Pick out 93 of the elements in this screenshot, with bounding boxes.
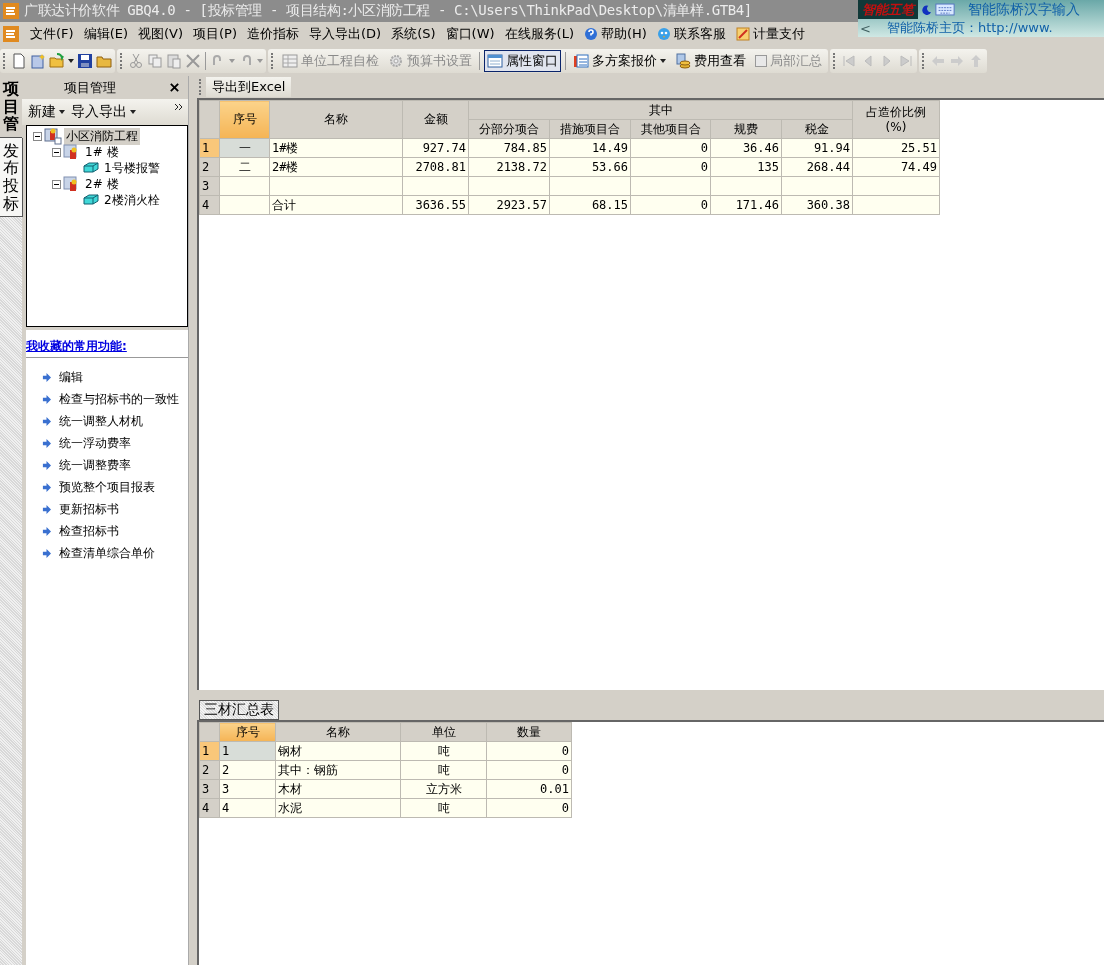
checkbox-icon <box>755 55 767 67</box>
sheet-tab[interactable]: 三材汇总表 <box>199 700 279 720</box>
tree-item[interactable]: 2楼消火栓 <box>102 191 162 209</box>
arrow-icon <box>42 438 51 448</box>
ime-homepage-link[interactable]: 智能陈桥主页：http://www. <box>886 19 1053 37</box>
menu-item[interactable]: 计量支付 <box>735 25 805 43</box>
tree-item[interactable]: 1号楼报警 <box>102 159 162 177</box>
column-header[interactable]: 数量 <box>486 722 572 742</box>
toolbar-button[interactable]: 费用查看 <box>672 50 749 72</box>
bird-icon <box>656 27 671 41</box>
dropdown-caret-icon <box>59 110 65 114</box>
menu-item[interactable]: 文件(F) <box>30 25 74 43</box>
arrow-icon <box>42 460 51 470</box>
spreadsheet-icon <box>573 53 589 69</box>
collapse-toggle[interactable] <box>52 147 61 157</box>
new-document-icon[interactable] <box>11 53 27 69</box>
arrow-icon <box>42 394 51 404</box>
favorite-link[interactable]: 统一浮动费率 <box>59 434 131 452</box>
column-header[interactable]: 占造价比例 (%) <box>852 100 940 139</box>
arrow-icon <box>42 526 51 536</box>
column-header[interactable]: 金额 <box>402 100 469 139</box>
panel-title: 项目管理 <box>64 78 116 97</box>
column-header[interactable]: 名称 <box>269 100 403 139</box>
column-header[interactable]: 序号 <box>219 100 270 139</box>
help-icon <box>583 27 598 41</box>
dropdown-button[interactable]: 导入导出 <box>71 103 136 121</box>
favorite-link[interactable]: 更新招标书 <box>59 500 119 518</box>
chevron-icon[interactable] <box>174 103 184 111</box>
column-group-header: 其中 <box>468 100 853 120</box>
document-logo-icon <box>2 25 20 43</box>
menu-item[interactable]: 导入导出(D) <box>309 25 382 43</box>
menu-item[interactable]: 造价指标 <box>247 25 299 43</box>
menu-item[interactable]: 联系客服 <box>656 25 726 43</box>
favorite-link[interactable]: 统一调整人材机 <box>59 412 143 430</box>
arrow-icon <box>42 548 51 558</box>
dropdown-caret-icon[interactable] <box>68 59 74 63</box>
close-icon[interactable] <box>169 82 180 93</box>
paste-icon[interactable] <box>166 53 182 69</box>
first-page-icon[interactable] <box>841 53 857 69</box>
right-arrow-icon[interactable] <box>949 53 965 69</box>
side-tab[interactable]: 发布投标 <box>0 137 23 218</box>
last-page-icon[interactable] <box>898 53 914 69</box>
dropdown-button[interactable]: 新建 <box>28 103 65 121</box>
menu-item[interactable]: 在线服务(L) <box>504 25 574 43</box>
column-header[interactable]: 名称 <box>275 722 401 742</box>
window-icon <box>487 53 503 69</box>
keyboard-icon[interactable] <box>935 3 955 16</box>
favorite-link[interactable]: 编辑 <box>59 368 83 386</box>
delete-icon[interactable] <box>185 53 201 69</box>
gear-icon <box>388 53 404 69</box>
menu-item[interactable]: 编辑(E) <box>83 25 128 43</box>
export-excel-button[interactable]: 导出到Excel <box>206 77 292 97</box>
arrow-icon <box>42 416 51 426</box>
arrow-icon <box>42 372 51 382</box>
menu-item[interactable]: 系统(S) <box>391 25 436 43</box>
window-title: 广联达计价软件 GBQ4.0 - [投标管理 - 项目结构:小区消防工程 - C:\Users\ThinkPad\Desktop\清单样.GTB4] <box>24 2 752 20</box>
dropdown-caret-icon <box>660 59 666 63</box>
menu-item[interactable]: 帮助(H) <box>583 25 647 43</box>
copy-icon[interactable] <box>147 53 163 69</box>
favorite-link[interactable]: 统一调整费率 <box>59 456 131 474</box>
header-corner <box>199 722 220 742</box>
collapse-toggle[interactable] <box>33 131 42 141</box>
cut-icon[interactable] <box>128 53 144 69</box>
side-tab[interactable]: 项目管 <box>0 76 22 138</box>
column-header[interactable]: 单位 <box>400 722 487 742</box>
menu-item[interactable]: 视图(V) <box>138 25 184 43</box>
collapse-toggle[interactable] <box>52 179 61 189</box>
arrow-icon <box>42 482 51 492</box>
header-corner <box>199 100 220 139</box>
toolbar-button[interactable]: 多方案报价 <box>570 50 669 72</box>
app-logo-icon <box>2 2 20 20</box>
arrow-icon <box>42 504 51 514</box>
menu-item[interactable]: 窗口(W) <box>445 25 495 43</box>
tree-item[interactable]: 2# 楼 <box>83 175 121 193</box>
coins-icon <box>675 53 691 69</box>
favorite-link[interactable]: 检查招标书 <box>59 522 119 540</box>
column-header[interactable]: 序号 <box>219 722 276 742</box>
ime-logo: 智能五笔 <box>858 0 918 19</box>
menu-item[interactable]: 项目(P) <box>193 25 237 43</box>
back-button[interactable]: < <box>858 20 873 36</box>
new-project-icon[interactable] <box>30 53 46 69</box>
toolbar-button[interactable]: 属性窗口 <box>484 50 561 72</box>
tree-item[interactable]: 1# 楼 <box>83 143 121 161</box>
ime-name: 智能陈桥汉字输入 <box>968 0 1080 19</box>
dropdown-caret-icon <box>130 110 136 114</box>
tree-item[interactable]: 小区消防工程 <box>64 127 140 145</box>
pencil-icon <box>735 27 750 41</box>
favorite-link[interactable]: 检查清单综合单价 <box>59 544 155 562</box>
moon-icon <box>921 4 932 15</box>
favorite-link[interactable]: 检查与招标书的一致性 <box>59 390 179 408</box>
table-icon <box>282 53 298 69</box>
favorite-link[interactable]: 预览整个项目报表 <box>59 478 155 496</box>
save-icon[interactable] <box>77 53 93 69</box>
